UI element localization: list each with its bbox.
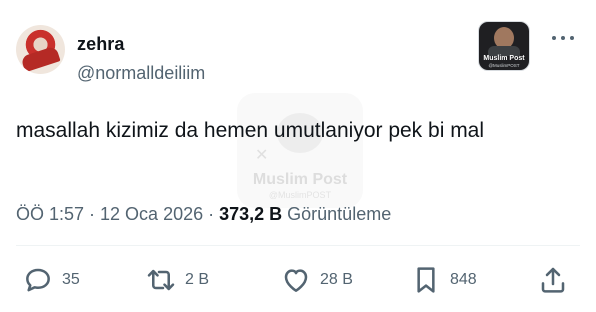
reply-button[interactable]: 35 xyxy=(22,262,80,298)
reply-count: 35 xyxy=(62,271,80,288)
tweet-meta: ÖÖ 1:57 · 12 Oca 2026 · 373,2 B Görüntül… xyxy=(16,204,391,225)
display-name[interactable]: zehra xyxy=(77,34,125,55)
watermark-handle: @MuslimPOST xyxy=(268,190,332,200)
share-icon xyxy=(541,267,565,293)
logo-title: Muslim Post xyxy=(483,55,525,62)
views-count: 373,2 B xyxy=(219,204,283,224)
views-label: Görüntüleme xyxy=(282,204,392,224)
avatar[interactable] xyxy=(16,25,65,74)
repost-icon xyxy=(147,269,175,291)
divider xyxy=(16,245,580,246)
muslim-post-logo: Muslim Post @MuslimPOST xyxy=(478,21,530,71)
watermark-title: Muslim Post xyxy=(252,171,348,188)
repost-button[interactable]: 2 B xyxy=(145,262,209,298)
reply-icon xyxy=(26,268,50,292)
heart-icon xyxy=(284,269,308,292)
like-button[interactable]: 28 B xyxy=(280,262,353,298)
bookmark-count: 848 xyxy=(450,271,477,288)
tweet-text: masallah kizimiz da hemen umutlaniyor pe… xyxy=(16,119,485,142)
bookmark-button[interactable]: 848 xyxy=(410,262,477,298)
timestamp[interactable]: ÖÖ 1:57 · 12 Oca 2026 · xyxy=(16,204,219,224)
like-count: 28 B xyxy=(320,271,353,288)
share-button[interactable] xyxy=(537,262,569,298)
more-options-icon[interactable] xyxy=(552,34,574,42)
bookmark-icon xyxy=(417,267,435,293)
logo-handle: @MuslimPOST xyxy=(488,63,520,68)
user-handle[interactable]: @normalldeiliim xyxy=(77,63,205,84)
action-bar: 35 2 B 28 B 848 xyxy=(0,262,596,298)
repost-count: 2 B xyxy=(185,271,210,288)
watermark: ✕ Muslim Post @MuslimPOST xyxy=(237,93,363,208)
